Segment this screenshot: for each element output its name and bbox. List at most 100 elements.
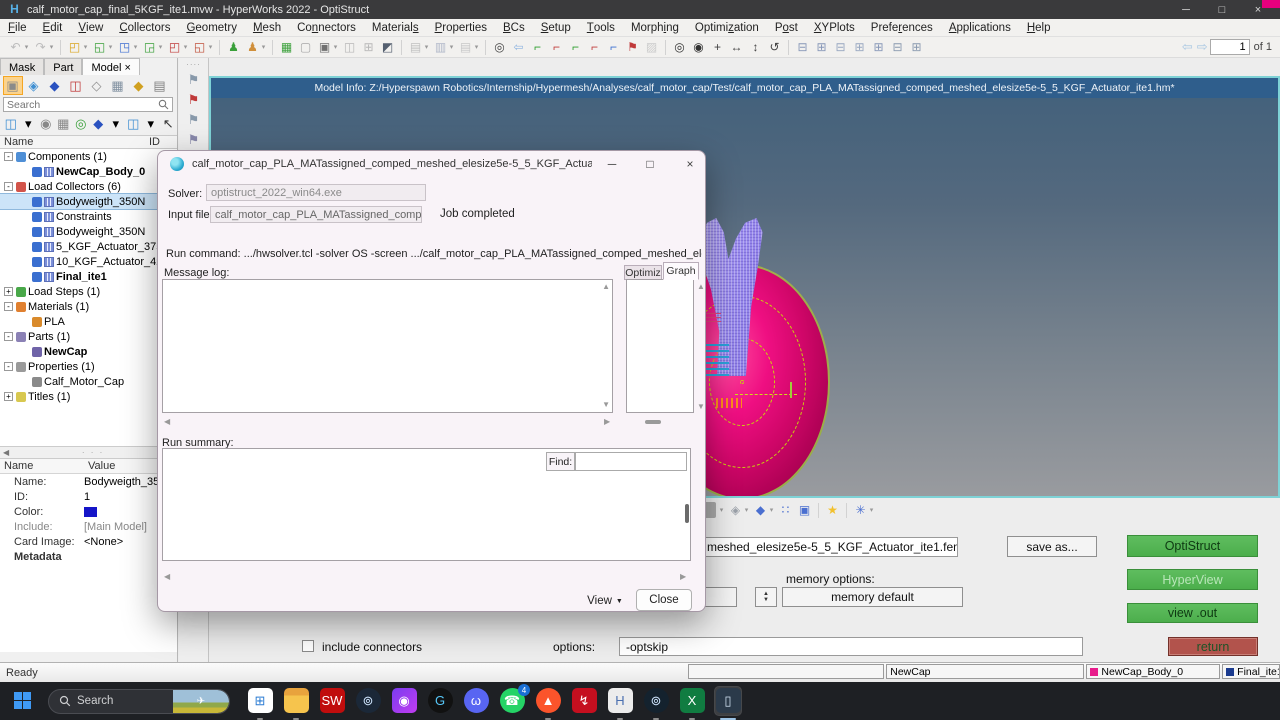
options-field[interactable]: -optskip xyxy=(619,637,1083,656)
menu-item[interactable]: Optimization xyxy=(687,19,767,37)
tree-expander[interactable]: - xyxy=(4,182,13,191)
hyperview-button[interactable]: HyperView xyxy=(1127,569,1258,590)
summary-scrollbar-thumb[interactable] xyxy=(685,504,689,523)
tree-item[interactable]: Final_ite1 xyxy=(0,269,177,284)
menu-item[interactable]: BCs xyxy=(495,19,533,37)
menu-item[interactable]: Properties xyxy=(427,19,495,37)
tree-item[interactable]: PLA xyxy=(0,314,177,329)
menu-item[interactable]: Help xyxy=(1019,19,1059,37)
tree-item[interactable]: Calf_Motor_Cap xyxy=(0,374,177,389)
tree-item[interactable]: - Materials (1) xyxy=(0,299,177,314)
menu-item[interactable]: File xyxy=(0,19,35,37)
menu-item[interactable]: Morphing xyxy=(623,19,687,37)
menu-item[interactable]: Post xyxy=(767,19,806,37)
menu-item[interactable]: Preferences xyxy=(863,19,941,37)
pane-splitter-handle[interactable] xyxy=(645,420,661,424)
menu-item[interactable]: Geometry xyxy=(178,19,245,37)
menu-item[interactable]: Connectors xyxy=(289,19,364,37)
entity-row[interactable]: Card Image: <None> xyxy=(0,534,177,549)
menu-item[interactable]: Tools xyxy=(579,19,623,37)
scroll-up-icon[interactable]: ▲ xyxy=(602,283,610,291)
browser-tab[interactable]: Mask xyxy=(0,58,44,75)
entity-row[interactable]: Color: xyxy=(0,504,177,519)
menu-item[interactable]: Materials xyxy=(364,19,427,37)
window-maximize-button[interactable]: □ xyxy=(1207,0,1237,19)
input-file-field[interactable]: meshed_elesize5e-5_5_KGF_Actuator_ite1.f… xyxy=(700,537,958,557)
statusbar-box[interactable]: NewCap xyxy=(886,664,1084,679)
tree-item[interactable]: NewCap_Body_0 xyxy=(0,164,177,179)
tree-item[interactable]: Constraints xyxy=(0,209,177,224)
save-as-button[interactable]: save as... xyxy=(1007,536,1097,557)
optistruct-button[interactable]: OptiStruct xyxy=(1127,535,1258,557)
search-highlight-widget[interactable]: ✈ xyxy=(173,690,229,713)
summary-scroll-left-icon[interactable]: ◀ xyxy=(164,573,170,581)
tree-horizontal-scrollbar[interactable]: ◀ · · · xyxy=(0,446,177,459)
color-swatch[interactable] xyxy=(84,507,97,517)
previous-page-icon[interactable]: ⇦ xyxy=(1182,39,1193,55)
page-number-input[interactable] xyxy=(1210,39,1250,55)
menu-item[interactable]: Setup xyxy=(533,19,579,37)
menu-item[interactable]: Edit xyxy=(35,19,71,37)
statusbar-box[interactable] xyxy=(688,664,884,679)
tree-item[interactable]: - Properties (1) xyxy=(0,359,177,374)
log-scroll-left-icon[interactable]: ◀ xyxy=(164,418,170,426)
tree-expander[interactable]: + xyxy=(4,392,13,401)
entity-row[interactable]: ID: 1 xyxy=(0,489,177,504)
tree-expander[interactable]: - xyxy=(4,152,13,161)
dialog-close-button[interactable]: × xyxy=(674,153,706,175)
tree-item[interactable]: NewCap xyxy=(0,344,177,359)
tree-item[interactable]: Bodyweigth_350N xyxy=(0,194,177,209)
next-page-icon[interactable]: ⇨ xyxy=(1197,39,1208,55)
return-button[interactable]: return xyxy=(1168,637,1258,656)
tab-graph[interactable]: Graph xyxy=(663,262,699,280)
menu-item[interactable]: XYPlots xyxy=(806,19,863,37)
close-button[interactable]: Close xyxy=(636,589,692,611)
browser-tab[interactable]: Model × xyxy=(82,58,139,75)
tree-item[interactable]: Bodyweight_350N xyxy=(0,224,177,239)
menu-item[interactable]: View xyxy=(70,19,111,37)
include-connectors-checkbox[interactable] xyxy=(302,640,314,652)
tree-item[interactable]: + Load Steps (1) xyxy=(0,284,177,299)
menu-item[interactable]: Applications xyxy=(941,19,1019,37)
tree-item[interactable]: - Components (1) xyxy=(0,149,177,164)
taskbar-search[interactable]: Search ✈ xyxy=(48,689,230,714)
entity-row[interactable]: Include: [Main Model] xyxy=(0,519,177,534)
entity-row[interactable]: Name: Bodyweigth_350N xyxy=(0,474,177,489)
menu-item[interactable]: Mesh xyxy=(245,19,289,37)
scroll-down-icon[interactable]: ▼ xyxy=(602,401,610,409)
tree-expander[interactable]: - xyxy=(4,332,13,341)
browser-tab[interactable]: Part xyxy=(44,58,82,75)
search-input[interactable] xyxy=(4,99,158,111)
iteration-scroll-up-icon[interactable]: ▲ xyxy=(697,283,705,291)
log-scroll-right-icon[interactable]: ▶ xyxy=(604,418,610,426)
dialog-input-file-field[interactable]: calf_motor_cap_PLA_MATassigned_comped_me xyxy=(210,206,422,223)
view-dropdown-button[interactable]: View▼ xyxy=(582,591,628,611)
scroll-left-icon[interactable]: ◀ xyxy=(0,448,9,457)
tree-expander[interactable]: + xyxy=(4,287,13,296)
message-log-box[interactable]: ▲ ▼ xyxy=(162,279,613,413)
tree-item[interactable]: 5_KGF_Actuator_375N xyxy=(0,239,177,254)
iteration-list-box[interactable] xyxy=(626,279,694,413)
statusbar-box[interactable]: Final_ite1 xyxy=(1222,664,1280,679)
dialog-maximize-button[interactable]: □ xyxy=(634,153,666,175)
memory-spinner[interactable]: ▲▼ xyxy=(755,587,777,607)
tree-item[interactable]: - Parts (1) xyxy=(0,329,177,344)
start-button[interactable] xyxy=(14,692,32,710)
statusbar-box[interactable]: NewCap_Body_0 xyxy=(1086,664,1220,679)
find-input[interactable] xyxy=(575,452,687,471)
solver-field[interactable]: optistruct_2022_win64.exe xyxy=(206,184,426,201)
tree-expander[interactable]: - xyxy=(4,302,13,311)
tab-optimization[interactable]: Optimiz xyxy=(624,265,662,280)
dialog-minimize-button[interactable]: ─ xyxy=(596,153,628,175)
entity-row[interactable]: Metadata xyxy=(0,549,177,564)
summary-scroll-right-icon[interactable]: ▶ xyxy=(680,573,686,581)
tree-item[interactable]: - Load Collectors (6) xyxy=(0,179,177,194)
view-out-button[interactable]: view .out xyxy=(1127,603,1258,623)
tree-item[interactable]: + Titles (1) xyxy=(0,389,177,404)
window-minimize-button[interactable]: ─ xyxy=(1171,0,1201,19)
menu-item[interactable]: Collectors xyxy=(111,19,178,37)
tree-expander[interactable]: - xyxy=(4,362,13,371)
memory-default-button[interactable]: memory default xyxy=(782,587,963,607)
tree-item[interactable]: 10_KGF_Actuator_425N xyxy=(0,254,177,269)
iteration-scroll-down-icon[interactable]: ▼ xyxy=(697,403,705,411)
